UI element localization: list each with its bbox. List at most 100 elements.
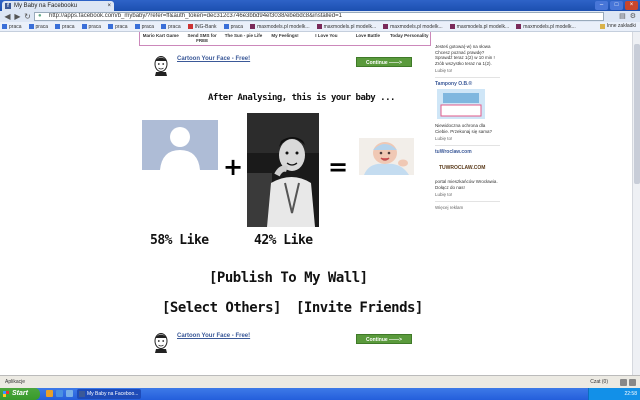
bookmark-item[interactable]: praca [134, 24, 154, 30]
other-bookmarks[interactable]: Inne zakładki [599, 23, 636, 29]
notification-icon[interactable] [620, 379, 627, 386]
cartoon-your-face-link[interactable]: Cartoon Your Face - Free! [177, 56, 250, 62]
page-scrollbar[interactable] [632, 32, 640, 375]
address-bar[interactable]: ● http://apps.facebook.com/b_mybaby/?ref… [34, 12, 604, 21]
tuwroclaw-logo[interactable]: TUWROCLAW.COM [439, 165, 500, 171]
right-like-percent: 42% Like [254, 233, 313, 248]
tab-close-icon[interactable]: × [107, 1, 111, 11]
statusbar-icons [620, 379, 636, 386]
baby-photo-image [359, 138, 414, 175]
bookmark-icon [316, 24, 322, 29]
app-link[interactable]: Mario Kart Game [140, 32, 181, 45]
friend-photo [247, 113, 319, 227]
quick-launch-icon[interactable] [66, 390, 73, 397]
system-tray: 22:58 [588, 388, 640, 400]
close-window-button[interactable]: × [625, 1, 638, 10]
baby-photo [359, 138, 414, 175]
bookmark-item[interactable]: praca [55, 24, 75, 30]
more-ads-link[interactable]: Więcej reklam [435, 205, 500, 210]
app-link[interactable]: My Feelings! [264, 32, 305, 45]
bookmark-icon [134, 24, 140, 29]
bookmark-item[interactable]: praca [28, 24, 48, 30]
app-link[interactable]: I Love You [306, 32, 347, 45]
wrench-icon[interactable]: ⚙ [630, 12, 636, 21]
browser-menus: ▤ ⚙ [619, 12, 636, 21]
continue-button[interactable]: Continue ——> [356, 57, 412, 67]
bookmark-item[interactable]: praca [223, 24, 243, 30]
continue-button[interactable]: Continue ——> [356, 334, 412, 344]
reload-button[interactable]: ↻ [23, 12, 32, 21]
profile-avatar [142, 120, 218, 170]
quick-launch-icon[interactable] [46, 390, 53, 397]
bookmark-icon [223, 24, 229, 29]
bookmark-icon [161, 24, 167, 29]
bookmark-icon [449, 24, 455, 29]
browser-tab[interactable]: f My Baby na Facebooku × [2, 1, 114, 11]
like-link[interactable]: Lubię to! [435, 192, 500, 197]
publish-to-wall-link[interactable]: [Publish To My Wall] [209, 270, 368, 286]
like-link[interactable]: Lubię to! [435, 68, 500, 73]
bookmark-icon [28, 24, 34, 29]
tab-title: My Baby na Facebooku [14, 3, 78, 9]
globe-icon: ● [38, 13, 42, 19]
window-titlebar: f My Baby na Facebooku × – □ × [0, 0, 640, 11]
taskbar-window-button[interactable]: My Baby na Faceboo... [77, 389, 141, 399]
divider [435, 145, 500, 146]
windows-taskbar: Start My Baby na Faceboo... 22:58 [0, 388, 640, 400]
ad-text[interactable]: Niewidoczna ochrona dla Ciebie. Przekona… [435, 123, 500, 134]
bookmark-item[interactable]: praca [108, 24, 128, 30]
facebook-chat-bar: Aplikacje Czat (0) [0, 375, 640, 389]
select-others-link[interactable]: [Select Others] [162, 300, 281, 316]
navigation-bar: ◀ ▶ ↻ ● http://apps.facebook.com/b_mybab… [0, 11, 640, 22]
bookmark-icon [108, 24, 114, 29]
tampony-ad-image[interactable] [437, 89, 485, 119]
app-link[interactable]: Send SMS for FREE [181, 32, 222, 45]
bookmark-icon [383, 24, 389, 29]
bookmark-icon [187, 24, 193, 29]
left-like-percent: 58% Like [150, 233, 209, 248]
app-link[interactable]: The Sun - pie Life [223, 32, 264, 45]
bookmark-item[interactable]: maxmodels.pl modelk... [449, 24, 509, 30]
ads-sidebar: Jesteś gotowa(-w) na słowa Chcesz poznać… [435, 32, 500, 375]
quick-launch-icon[interactable] [56, 390, 63, 397]
forward-button[interactable]: ▶ [13, 12, 22, 21]
bookmarks-bar: praca praca praca praca praca praca prac… [0, 22, 640, 32]
cartoon-face-icon [154, 56, 168, 76]
scrollbar-thumb[interactable] [634, 44, 640, 184]
app-links-row: Mario Kart Game Send SMS for FREE The Su… [139, 32, 431, 46]
bookmark-item[interactable]: maxmodels.pl modelk... [516, 24, 576, 30]
clock: 22:58 [624, 391, 637, 397]
settings-icon[interactable] [629, 379, 636, 386]
ad-text[interactable]: portal mieszkańców Wrocławia. Dołącz do … [435, 179, 500, 190]
cartoon-your-face-link[interactable]: Cartoon Your Face - Free! [177, 333, 250, 339]
ad-title[interactable]: Tampony O.B.® [435, 81, 500, 87]
facebook-icon: f [5, 3, 11, 9]
app-link[interactable]: Today Personality [389, 32, 430, 45]
bookmark-item[interactable]: maxmodels.pl modelk... [250, 24, 310, 30]
page-menu-icon[interactable]: ▤ [619, 12, 626, 21]
analysing-heading: After Analysing, this is your baby ... [208, 93, 395, 103]
minimize-button[interactable]: – [595, 1, 608, 10]
bookmark-icon [81, 24, 87, 29]
like-link[interactable]: Lubię to! [435, 136, 500, 141]
windows-logo-icon [3, 391, 9, 397]
quick-launch [46, 390, 73, 397]
bookmark-item[interactable]: praca [161, 24, 181, 30]
maximize-button[interactable]: □ [610, 1, 623, 10]
bookmark-item[interactable]: ING-Bank [187, 24, 217, 30]
back-button[interactable]: ◀ [3, 12, 12, 21]
bookmark-item[interactable]: maxmodels.pl modelk... [383, 24, 443, 30]
invite-friends-link[interactable]: [Invite Friends] [296, 300, 423, 316]
folder-icon [599, 23, 605, 29]
window-controls: – □ × [595, 1, 638, 10]
ad-title[interactable]: tuWroclaw.com [435, 149, 500, 155]
app-link[interactable]: Love Battle [347, 32, 388, 45]
bookmark-item[interactable]: maxmodels.pl modelk... [316, 24, 376, 30]
bookmark-item[interactable]: praca [81, 24, 101, 30]
start-button[interactable]: Start [0, 388, 40, 400]
ad-text[interactable]: Jesteś gotowa(-w) na słowa Chcesz poznać… [435, 44, 500, 66]
url-text: http://apps.facebook.com/b_mybaby/?refer… [49, 13, 342, 19]
bookmark-item[interactable]: praca [2, 24, 22, 30]
default-avatar-icon [142, 120, 218, 170]
chrome-icon [79, 391, 85, 397]
